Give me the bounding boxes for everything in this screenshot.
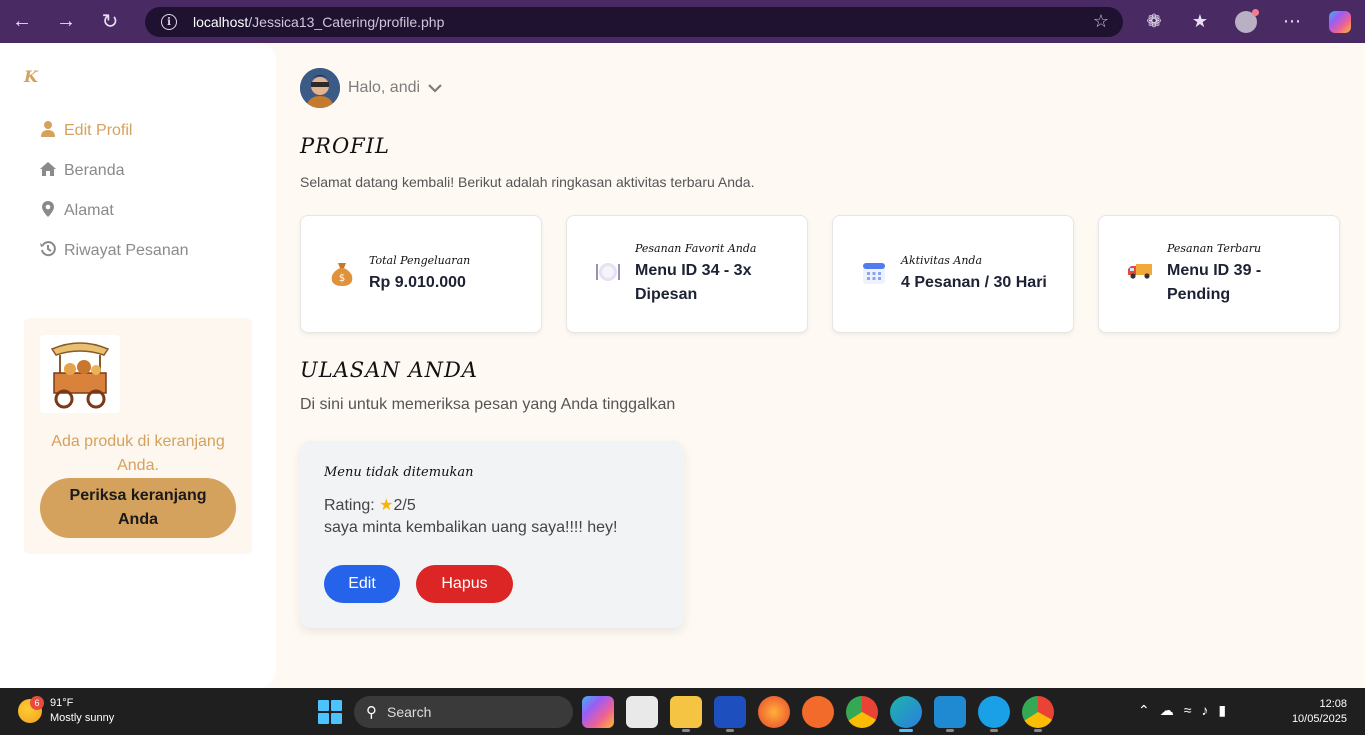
l-app-icon[interactable]: [714, 696, 746, 732]
card-label: Pesanan Terbaru: [1167, 241, 1262, 255]
forward-icon[interactable]: →: [44, 0, 88, 43]
clock-date: 10/05/2025: [1291, 713, 1347, 725]
favorites-icon[interactable]: ★: [1177, 11, 1223, 32]
review-menu-name: Menu tidak ditemukan: [324, 465, 474, 480]
star-icon: ★: [379, 497, 394, 514]
history-icon: [38, 240, 58, 262]
review-card: Menu tidak ditemukan Rating: ★2/5 saya m…: [300, 441, 684, 628]
chevron-down-icon: [428, 81, 442, 96]
plate-icon: [595, 261, 621, 287]
truck-icon: [1127, 261, 1153, 287]
check-cart-button[interactable]: Periksa keranjang Anda: [40, 478, 236, 538]
weather-sun-icon: 6: [18, 696, 44, 723]
edit-review-button[interactable]: Edit: [324, 565, 400, 603]
reviews-subtitle: Di sini untuk memeriksa pesan yang Anda …: [300, 396, 676, 413]
search-placeholder: Search: [387, 704, 432, 720]
copilot-icon[interactable]: [1329, 10, 1351, 33]
url-path: /Jessica13_Catering/profile.php: [248, 14, 445, 30]
file-explorer-icon[interactable]: [670, 696, 702, 732]
svg-text:$: $: [339, 273, 345, 284]
summary-card-favorite-order: Pesanan Favorit Anda Menu ID 34 - 3x Dip…: [566, 215, 808, 333]
sidebar-item-label: Edit Profil: [64, 122, 133, 139]
volume-icon[interactable]: ♪: [1201, 702, 1208, 719]
back-icon[interactable]: ←: [0, 0, 44, 43]
home-icon: [38, 161, 58, 182]
summary-cards: $ Total Pengeluaran Rp 9.010.000 Pesanan…: [300, 215, 1340, 333]
url-host: localhost: [193, 14, 249, 30]
weather-temp: 91°F: [50, 697, 74, 709]
address-bar[interactable]: i localhost/Jessica13_Catering/profile.p…: [145, 7, 1123, 37]
app-blue-icon[interactable]: [978, 696, 1010, 732]
page-subtitle: Selamat datang kembali! Berikut adalah r…: [300, 174, 755, 190]
cart-illustration: [40, 335, 120, 413]
user-icon: [38, 120, 58, 142]
card-label: Total Pengeluaran: [369, 253, 471, 267]
card-value: 4 Pesanan / 30 Hari: [901, 273, 1047, 291]
copilot-app-icon[interactable]: [582, 696, 614, 728]
card-value: Menu ID 34 - 3x Dipesan: [635, 261, 752, 303]
wifi-icon[interactable]: ≈: [1184, 702, 1192, 719]
rating-value: 2/5: [393, 497, 416, 514]
sidebar-item-edit-profil[interactable]: Edit Profil: [38, 111, 189, 151]
more-options-icon[interactable]: ⋯: [1269, 11, 1315, 32]
user-greeting: Halo, andi: [348, 79, 421, 96]
weather-desc: Mostly sunny: [50, 712, 115, 724]
sidebar-menu: Edit Profil Beranda Alamat Riwayat Pesan…: [38, 111, 189, 271]
sidebar-item-label: Beranda: [64, 162, 125, 179]
summary-card-latest-order: Pesanan Terbaru Menu ID 39 - Pending: [1098, 215, 1340, 333]
review-rating: Rating: ★2/5: [324, 495, 416, 515]
edge-icon[interactable]: [890, 696, 922, 732]
sidebar-item-beranda[interactable]: Beranda: [38, 151, 189, 191]
system-tray: ⌃ ☁ ≈ ♪ ▮: [1138, 702, 1226, 719]
taskbar-search[interactable]: ⚲ Search: [354, 696, 573, 728]
card-value: Rp 9.010.000: [369, 273, 466, 291]
calendar-icon: [861, 261, 887, 287]
sidebar-item-alamat[interactable]: Alamat: [38, 191, 189, 231]
logo[interactable]: K: [24, 67, 38, 86]
battery-icon[interactable]: ▮: [1218, 702, 1226, 719]
cloud-icon[interactable]: ☁: [1160, 702, 1174, 719]
store-app-icon[interactable]: [626, 696, 658, 728]
weather-widget[interactable]: 6 91°F Mostly sunny: [18, 696, 114, 726]
vscode-icon[interactable]: [934, 696, 966, 732]
money-bag-icon: $: [329, 261, 355, 287]
extensions-icon[interactable]: ❁: [1131, 11, 1177, 32]
summary-card-total-spending: $ Total Pengeluaran Rp 9.010.000: [300, 215, 542, 333]
firefox-icon[interactable]: [758, 696, 790, 728]
chrome-profile-icon[interactable]: [1022, 696, 1054, 732]
start-button[interactable]: [318, 700, 342, 724]
cart-notice-box: Ada produk di keranjang Anda. Periksa ke…: [24, 318, 252, 554]
summary-card-activity: Aktivitas Anda 4 Pesanan / 30 Hari: [832, 215, 1074, 333]
review-comment: saya minta kembalikan uang saya!!!! hey!: [324, 519, 618, 536]
chrome-icon[interactable]: [846, 696, 878, 728]
card-label: Pesanan Favorit Anda: [635, 241, 757, 255]
search-icon: ⚲: [366, 704, 377, 721]
avatar: [300, 68, 340, 108]
sidebar: K Edit Profil Beranda Alamat Riwayat Pes…: [0, 43, 276, 688]
user-menu[interactable]: Halo, andi: [300, 68, 442, 108]
clock-time: 12:08: [1319, 698, 1347, 710]
chevron-up-icon[interactable]: ⌃: [1138, 702, 1150, 719]
browser-profile-icon[interactable]: [1235, 8, 1259, 33]
map-pin-icon: [38, 200, 58, 222]
brave-icon[interactable]: [802, 696, 834, 728]
rating-label: Rating:: [324, 497, 375, 514]
weather-badge: 6: [30, 696, 44, 710]
browser-toolbar: ← → ↻ i localhost/Jessica13_Catering/pro…: [0, 0, 1365, 43]
site-info-icon[interactable]: i: [161, 14, 177, 30]
taskbar: 6 91°F Mostly sunny ⚲ Search ⌃ ☁ ≈ ♪ ▮ 1…: [0, 688, 1365, 735]
sidebar-item-label: Alamat: [64, 202, 114, 219]
sidebar-item-riwayat-pesanan[interactable]: Riwayat Pesanan: [38, 231, 189, 271]
page-title: PROFIL: [300, 134, 390, 158]
sidebar-item-label: Riwayat Pesanan: [64, 242, 189, 259]
card-label: Aktivitas Anda: [901, 253, 983, 267]
reviews-title: ULASAN ANDA: [300, 358, 478, 382]
clock[interactable]: 12:08 10/05/2025: [1292, 697, 1347, 727]
favorite-star-icon[interactable]: ☆: [1093, 11, 1109, 32]
reload-icon[interactable]: ↻: [88, 0, 132, 43]
delete-review-button[interactable]: Hapus: [416, 565, 513, 603]
card-value: Menu ID 39 - Pending: [1167, 261, 1262, 303]
cart-notice-text: Ada produk di keranjang Anda.: [51, 433, 225, 474]
